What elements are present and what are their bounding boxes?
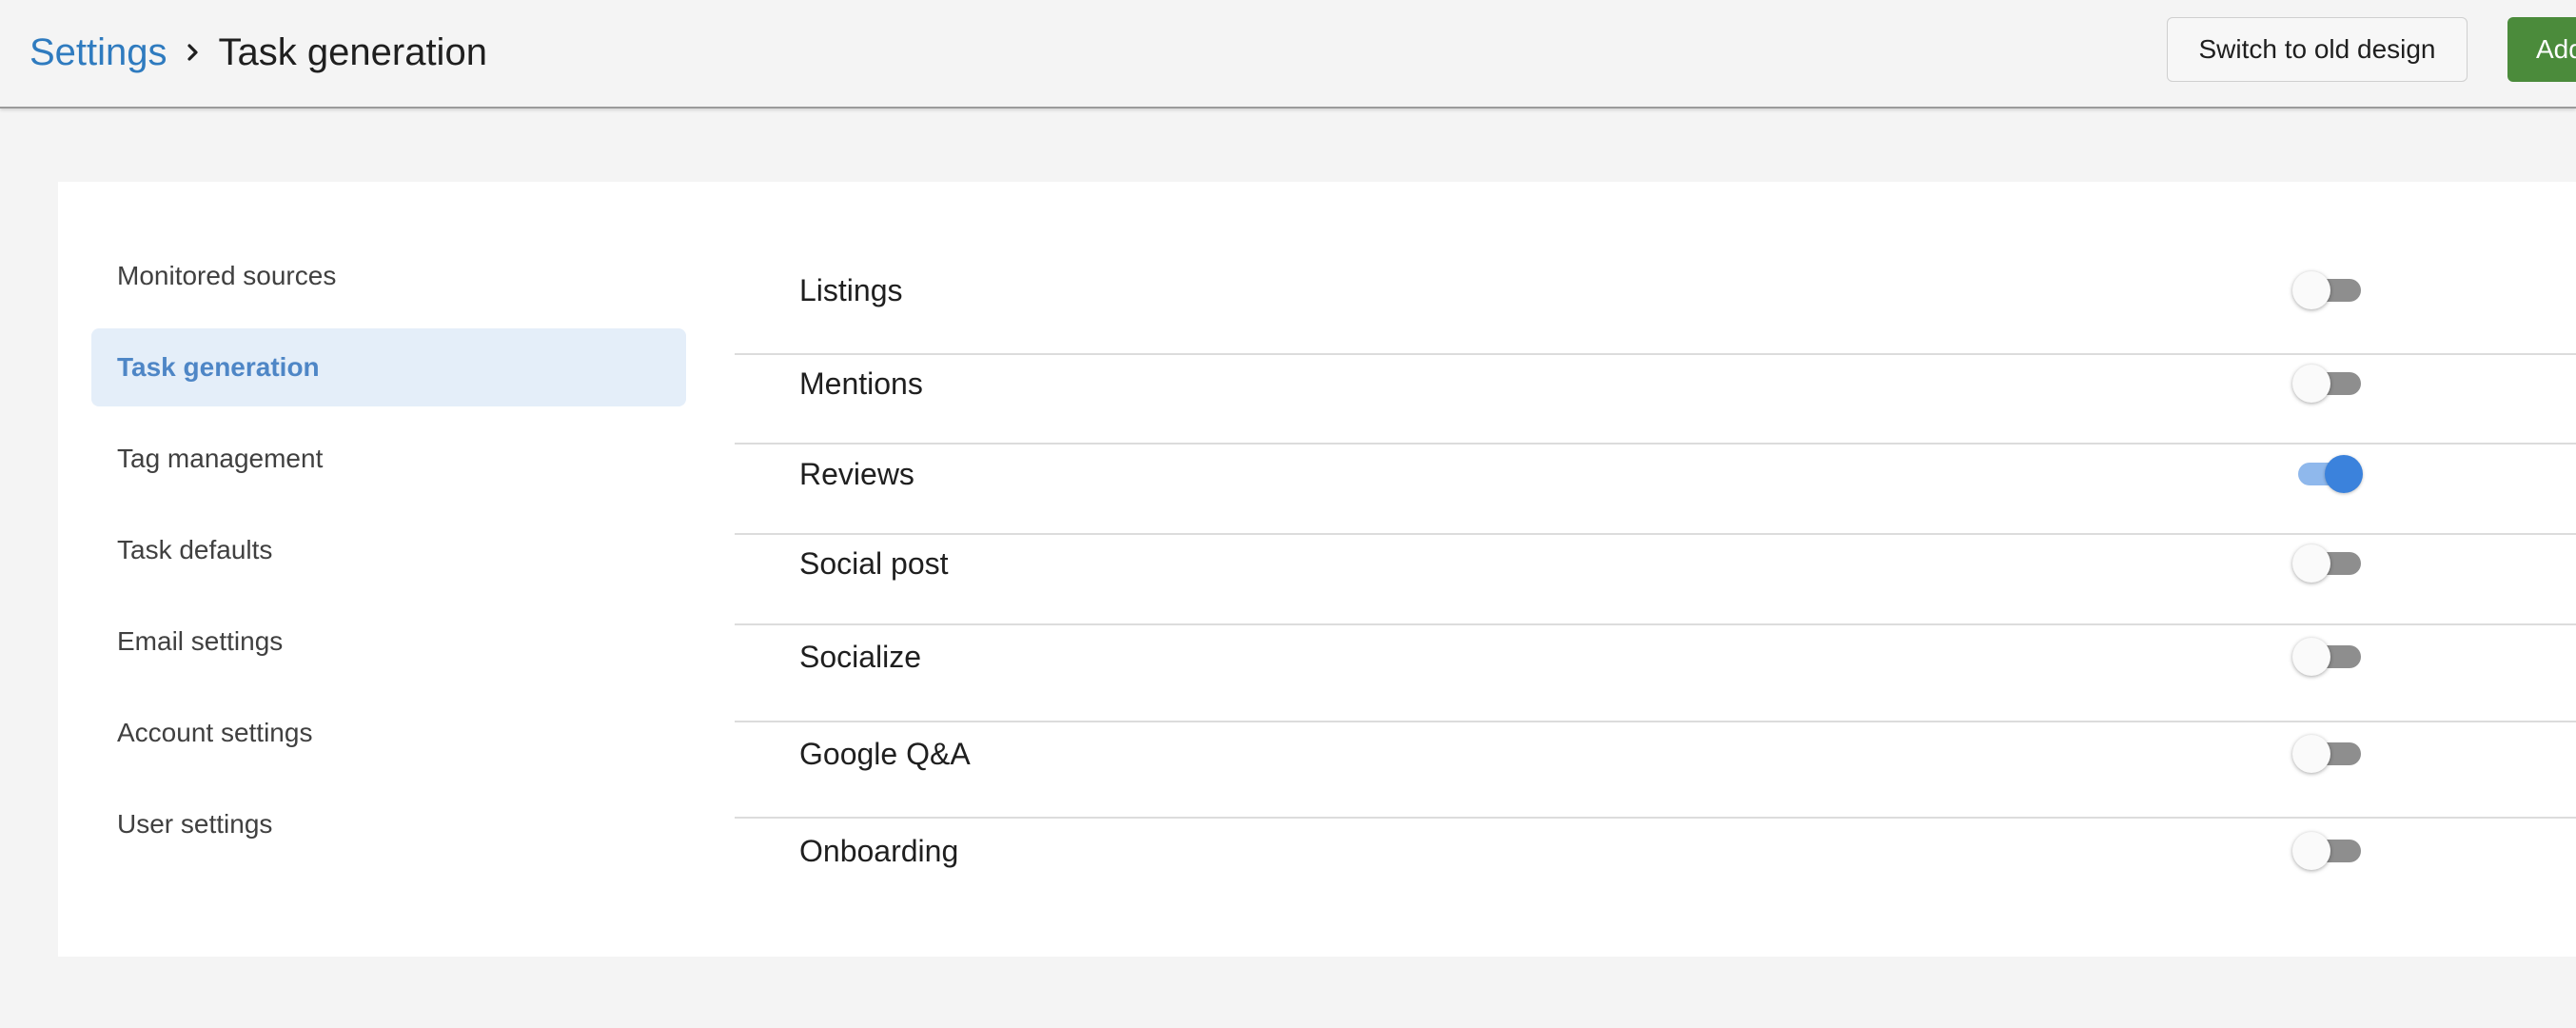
toggle-knob bbox=[2325, 455, 2363, 493]
top-bar: Settings Task generation Switch to old d… bbox=[0, 0, 2576, 109]
reviews-toggle[interactable] bbox=[2292, 453, 2363, 495]
toggle-knob bbox=[2292, 832, 2330, 870]
sidebar-item-account-settings[interactable]: Account settings bbox=[91, 694, 686, 772]
toggle-knob bbox=[2292, 638, 2330, 676]
onboarding-toggle[interactable] bbox=[2292, 830, 2363, 872]
toggle-knob bbox=[2292, 271, 2330, 309]
task-type-row-socialize: Socialize bbox=[735, 631, 2576, 682]
mentions-toggle[interactable] bbox=[2292, 363, 2363, 405]
task-type-row-google-qa: Google Q&A bbox=[735, 728, 2576, 780]
task-type-label: Mentions bbox=[799, 366, 923, 401]
task-type-label: Listings bbox=[799, 272, 903, 307]
sidebar-item-tag-management[interactable]: Tag management bbox=[91, 420, 686, 498]
sidebar-item-user-settings[interactable]: User settings bbox=[91, 785, 686, 863]
breadcrumb-settings-link[interactable]: Settings bbox=[29, 31, 167, 74]
row-divider bbox=[735, 533, 2576, 535]
chevron-right-icon bbox=[167, 27, 219, 78]
row-divider bbox=[735, 353, 2576, 355]
task-type-row-mentions: Mentions bbox=[735, 358, 2576, 409]
row-divider bbox=[735, 721, 2576, 722]
social-post-toggle[interactable] bbox=[2292, 543, 2363, 584]
sidebar-item-email-settings[interactable]: Email settings bbox=[91, 603, 686, 681]
google-qa-toggle[interactable] bbox=[2292, 733, 2363, 775]
task-type-row-reviews: Reviews bbox=[735, 448, 2576, 500]
sidebar-item-task-defaults[interactable]: Task defaults bbox=[91, 511, 686, 589]
breadcrumb: Settings Task generation bbox=[29, 27, 487, 78]
add-button[interactable]: Add bbox=[2507, 17, 2576, 82]
task-type-label: Socialize bbox=[799, 639, 922, 674]
toggle-knob bbox=[2292, 544, 2330, 583]
toggle-knob bbox=[2292, 735, 2330, 773]
toggle-knob bbox=[2292, 365, 2330, 403]
listings-toggle[interactable] bbox=[2292, 269, 2363, 311]
sidebar-item-monitored-sources[interactable]: Monitored sources bbox=[91, 237, 686, 315]
row-divider bbox=[735, 817, 2576, 819]
settings-card: Monitored sources Task generation Tag ma… bbox=[58, 182, 2576, 957]
switch-to-old-design-button[interactable]: Switch to old design bbox=[2167, 17, 2468, 82]
page-title: Task generation bbox=[218, 30, 487, 73]
task-type-label: Reviews bbox=[799, 456, 914, 491]
task-type-row-social-post: Social post bbox=[735, 538, 2576, 589]
sidebar-item-task-generation[interactable]: Task generation bbox=[91, 328, 686, 406]
socialize-toggle[interactable] bbox=[2292, 636, 2363, 678]
task-type-label: Onboarding bbox=[799, 833, 959, 868]
task-type-row-listings: Listings bbox=[735, 265, 2576, 316]
task-type-label: Google Q&A bbox=[799, 736, 971, 771]
task-type-label: Social post bbox=[799, 545, 949, 581]
row-divider bbox=[735, 623, 2576, 625]
row-divider bbox=[735, 443, 2576, 445]
task-type-row-onboarding: Onboarding bbox=[735, 825, 2576, 877]
